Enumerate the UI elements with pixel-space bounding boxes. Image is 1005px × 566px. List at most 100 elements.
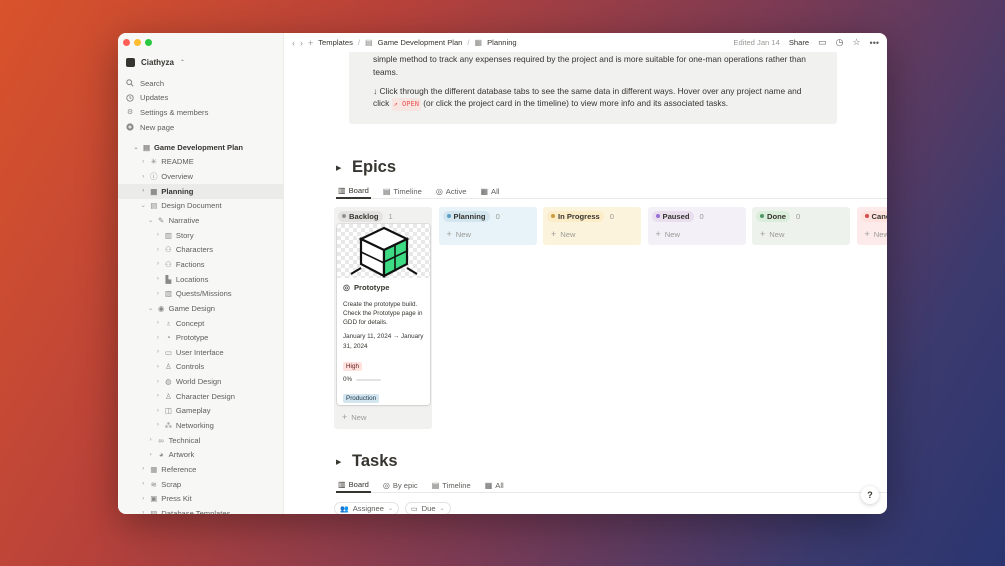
chevron-down-icon[interactable]: ⌄ <box>147 305 155 312</box>
sidebar-search[interactable]: Search <box>126 76 208 91</box>
tab-all[interactable]: ▦ All <box>478 183 501 199</box>
chevron-right-icon[interactable]: › <box>154 247 162 253</box>
sidebar-item-database-templates[interactable]: › ▤ Database Templates <box>118 506 283 514</box>
close-window-button[interactable] <box>123 39 130 46</box>
chevron-right-icon[interactable]: › <box>147 437 155 443</box>
sidebar-item-press-kit[interactable]: › ▣ Press Kit <box>118 491 283 506</box>
column-header[interactable]: Planning 0 <box>442 210 533 222</box>
sidebar-item-scrap[interactable]: › ≋ Scrap <box>118 477 283 492</box>
chevron-right-icon[interactable]: › <box>154 422 162 428</box>
planning-icon: ▦ <box>474 38 483 47</box>
breadcrumb-planning[interactable]: Planning <box>487 38 517 47</box>
column-header[interactable]: Backlog 1 <box>338 210 428 222</box>
sidebar-item-character-design[interactable]: › ♙ Character Design <box>118 389 283 404</box>
chevron-right-icon[interactable]: › <box>139 466 147 472</box>
chevron-right-icon[interactable]: › <box>139 510 147 514</box>
column-header[interactable]: Cancelled0 <box>860 210 887 222</box>
tab-board[interactable]: ▥ Board <box>336 477 371 493</box>
chevron-right-icon[interactable]: › <box>154 320 162 326</box>
tab-timeline[interactable]: ▤ Timeline <box>430 477 473 493</box>
chevron-down-icon[interactable]: ⌄ <box>139 202 147 209</box>
minimize-window-button[interactable] <box>134 39 141 46</box>
card-title[interactable]: ◎ Prototype <box>343 283 424 292</box>
sidebar-item-overview[interactable]: › ⓘ Overview <box>118 169 283 184</box>
sidebar-item-gameplay[interactable]: › ◫ Gameplay <box>118 404 283 419</box>
sidebar-item-prototype[interactable]: › ◔ Prototype <box>118 330 283 345</box>
filter-due[interactable]: ▭ Due ⌄ <box>405 502 451 514</box>
board-card[interactable]: ◎ Prototype Create the prototype build. Ch… <box>337 224 430 405</box>
more-icon[interactable]: ••• <box>870 38 879 48</box>
new-card-button[interactable]: + New <box>443 229 533 239</box>
sidebar-settings[interactable]: ⚙ Settings & members <box>126 105 209 120</box>
breadcrumb-game-dev-plan[interactable]: Game Development Plan <box>378 38 463 47</box>
sidebar-item-narrative[interactable]: ⌄ ✎ Narrative <box>118 213 283 228</box>
filter-assignee[interactable]: 👥 Assignee ⌄ <box>334 502 399 514</box>
sidebar-item-networking[interactable]: › ⁂ Networking <box>118 418 283 433</box>
chevron-right-icon[interactable]: › <box>154 232 162 238</box>
tab-all[interactable]: ▦ All <box>483 477 506 493</box>
history-icon[interactable]: ◷ <box>836 37 844 48</box>
workspace-switcher[interactable]: Ciathyza ⌃ <box>126 58 185 67</box>
chevron-right-icon[interactable]: › <box>154 393 162 399</box>
chevron-right-icon[interactable]: › <box>139 496 147 502</box>
share-button[interactable]: Share <box>789 38 809 47</box>
star-icon[interactable]: ☆ <box>852 37 860 48</box>
forward-arrow-icon[interactable]: › <box>300 38 303 48</box>
sidebar-item-planning[interactable]: › ▦ Planning <box>118 183 283 199</box>
sidebar-item-reference[interactable]: › ▦ Reference <box>118 462 283 477</box>
sidebar-item-readme[interactable]: › ✳ README <box>118 155 283 170</box>
new-card-button[interactable]: + New <box>547 229 637 239</box>
chevron-down-icon[interactable]: ⌄ <box>132 144 140 151</box>
sidebar-item-characters[interactable]: › ⚇ Characters <box>118 242 283 257</box>
sidebar-item-game-development-plan[interactable]: ⌄ ▤ Game Development Plan <box>118 140 283 155</box>
chevron-right-icon[interactable]: › <box>154 291 162 297</box>
new-card-button[interactable]: + New <box>861 229 888 239</box>
toggle-triangle-icon[interactable]: ▶ <box>336 164 352 172</box>
tab-timeline[interactable]: ▤ Timeline <box>381 183 424 199</box>
sidebar-item-factions[interactable]: › ⚇ Factions <box>118 257 283 272</box>
sidebar-item-artwork[interactable]: › ◕ Artwork <box>118 447 283 462</box>
chevron-right-icon[interactable]: › <box>147 452 155 458</box>
column-header[interactable]: Paused 0 <box>651 210 742 222</box>
plus-icon[interactable]: + <box>308 38 313 48</box>
new-card-button[interactable]: + New <box>652 229 742 239</box>
chevron-right-icon[interactable]: › <box>139 159 147 165</box>
maximize-window-button[interactable] <box>145 39 152 46</box>
column-header[interactable]: Done 0 <box>756 210 846 222</box>
sidebar-item-controls[interactable]: › ♙ Controls <box>118 360 283 375</box>
back-arrow-icon[interactable]: ‹ <box>292 38 295 48</box>
toggle-triangle-icon[interactable]: ▶ <box>336 458 352 466</box>
tab-board[interactable]: ▥ Board <box>336 183 371 199</box>
new-card-button[interactable]: + New <box>338 412 366 422</box>
sidebar-item-concept[interactable]: › ♁ Concept <box>118 316 283 331</box>
breadcrumb-templates[interactable]: Templates <box>318 38 353 47</box>
chevron-right-icon[interactable]: › <box>154 364 162 370</box>
chevron-right-icon[interactable]: › <box>139 188 147 194</box>
sidebar-item-story[interactable]: › ▥ Story <box>118 228 283 243</box>
sidebar-item-quests-missions[interactable]: › ▧ Quests/Missions <box>118 286 283 301</box>
chevron-right-icon[interactable]: › <box>154 408 162 414</box>
sidebar-item-world-design[interactable]: › ◍ World Design <box>118 374 283 389</box>
chevron-down-icon[interactable]: ⌄ <box>147 217 155 224</box>
sidebar-item-locations[interactable]: › ▙ Locations <box>118 272 283 287</box>
sidebar-item-design-document[interactable]: ⌄ ▤ Design Document <box>118 199 283 214</box>
chevron-right-icon[interactable]: › <box>154 276 162 282</box>
comment-icon[interactable]: ▭ <box>818 37 827 48</box>
column-header[interactable]: In Progress 0 <box>547 210 637 222</box>
sidebar-item-technical[interactable]: › ∞ Technical <box>118 433 283 448</box>
sidebar-item-game-design[interactable]: ⌄ ◉ Game Design <box>118 301 283 316</box>
help-button[interactable]: ? <box>861 486 879 504</box>
sidebar-updates[interactable]: Updates <box>126 91 208 106</box>
chevron-right-icon[interactable]: › <box>154 335 162 341</box>
chevron-right-icon[interactable]: › <box>139 481 147 487</box>
callout-text-1: simple method to track any expenses requ… <box>373 54 806 77</box>
new-card-button[interactable]: + New <box>756 229 846 239</box>
chevron-right-icon[interactable]: › <box>154 379 162 385</box>
chevron-right-icon[interactable]: › <box>154 349 162 355</box>
sidebar-new-page[interactable]: New page <box>126 120 208 135</box>
chevron-right-icon[interactable]: › <box>154 261 162 267</box>
sidebar-item-user-interface[interactable]: › ▭ User Interface <box>118 345 283 360</box>
tab-by-epic[interactable]: ◎ By epic <box>381 477 420 493</box>
chevron-right-icon[interactable]: › <box>139 174 147 180</box>
tab-active[interactable]: ◎ Active <box>434 183 469 199</box>
